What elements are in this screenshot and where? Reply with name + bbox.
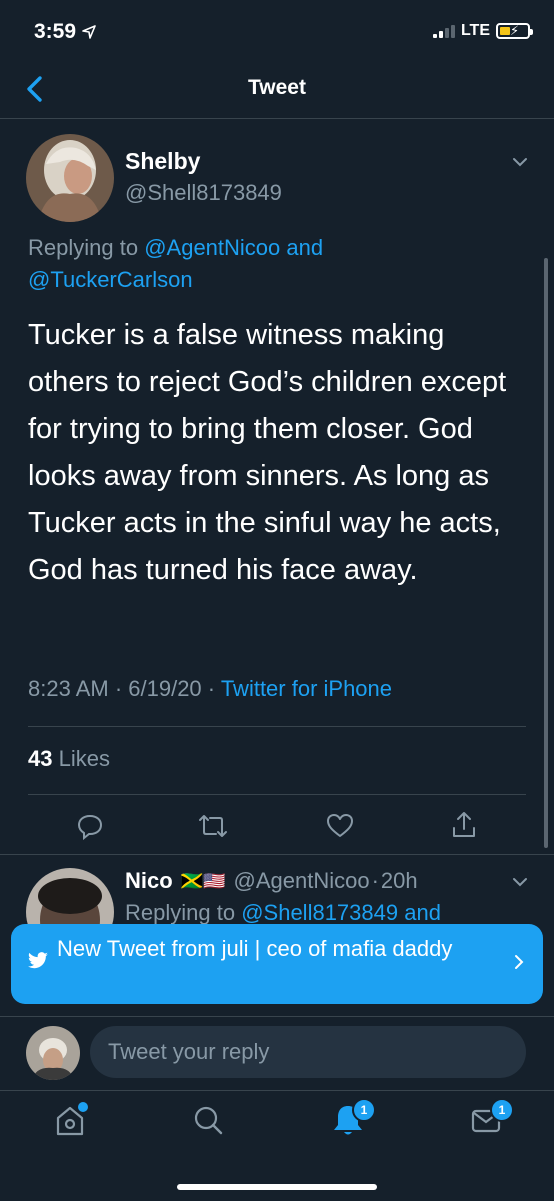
my-avatar[interactable] [26,1026,80,1080]
reply-input[interactable]: Tweet your reply [90,1026,526,1078]
tab-home[interactable] [52,1102,88,1138]
chevron-down-icon[interactable] [512,156,528,168]
author-name[interactable]: Shelby [125,148,200,175]
replying-to: Replying to @AgentNicoo and @TuckerCarls… [28,235,324,292]
reply-author-line: Nico 🇯🇲🇺🇸 @AgentNicoo · 20h [125,868,418,894]
notifications-badge: 1 [352,1098,376,1122]
tweet-source[interactable]: Twitter for iPhone [221,676,392,701]
search-icon[interactable] [192,1104,224,1136]
reply-separator: · [371,868,379,893]
banner-text: New Tweet from juli | ceo of mafia daddy [57,936,453,961]
avatar[interactable] [26,134,114,222]
mention-agentnicoo[interactable]: @AgentNicoo [144,235,280,260]
home-indicator [177,1184,377,1190]
tab-messages[interactable]: 1 [470,1098,514,1140]
chevron-right-icon [515,955,524,969]
heart-icon[interactable] [326,812,354,840]
share-icon[interactable] [450,810,478,840]
likes-number: 43 [28,746,53,771]
divider [0,854,554,855]
reply-replying-to: Replying to @Shell8173849 and [125,900,441,925]
author-handle[interactable]: @Shell8173849 [125,180,282,206]
new-tweet-banner[interactable]: New Tweet from juli | ceo of mafia daddy [11,924,543,1004]
divider [28,726,526,727]
clock-text: 3:59 [34,20,77,43]
reply-age: 20h [380,868,418,893]
twitter-bird-icon [28,952,48,969]
location-arrow-icon [82,25,96,39]
likes-count[interactable]: 43 Likes [28,746,110,772]
reply-chevron-down-icon[interactable] [512,876,528,888]
reply-author-name[interactable]: Nico [125,868,173,894]
mention-shell8173849[interactable]: @Shell8173849 [241,900,398,925]
scrollbar[interactable] [544,258,548,848]
likes-label: Likes [58,746,110,771]
home-unread-dot [78,1102,88,1112]
reply-author-handle[interactable]: @AgentNicoo [234,868,370,894]
replying-and: and [286,235,324,260]
retweet-icon[interactable] [198,812,228,840]
mention-tuckercarlson[interactable]: @TuckerCarlson [28,267,193,292]
status-indicators: LTE ⚡ [432,22,533,40]
messages-badge: 1 [490,1098,514,1122]
tweet-timestamp: 8:23 AM · 6/19/20 · [28,676,216,701]
signal-icon [432,24,455,38]
page-title: Tweet [248,76,306,99]
reply-icon[interactable] [76,812,104,840]
battery-icon: ⚡ [496,23,533,39]
network-label: LTE [460,22,490,39]
tab-notifications[interactable]: 1 [330,1098,376,1142]
tweet-text: Tucker is a false witness making others … [28,319,507,586]
tweet-meta: 8:23 AM · 6/19/20 · Twitter for iPhone [28,676,392,702]
flag-icons: 🇯🇲🇺🇸 [180,870,226,891]
status-time: 3:59 [34,20,96,44]
divider [28,794,526,795]
